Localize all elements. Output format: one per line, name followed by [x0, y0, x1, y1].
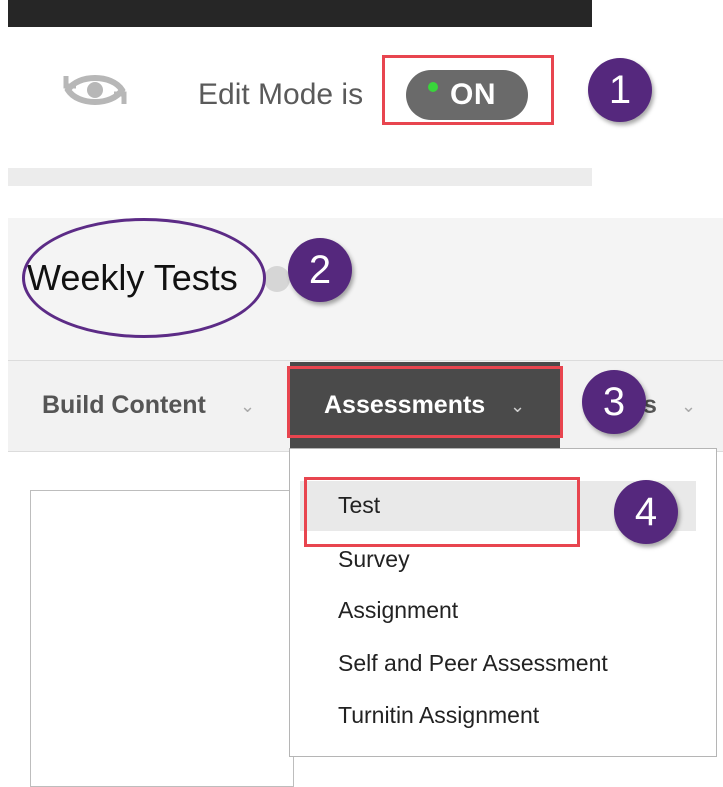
annotation-box-assessments	[287, 366, 563, 438]
menu-item-survey[interactable]: Survey	[338, 546, 410, 573]
annotation-badge-4: 4	[614, 480, 678, 544]
annotation-badge-3: 3	[582, 370, 646, 434]
annotation-badge-1: 1	[588, 58, 652, 122]
top-dark-bar	[8, 0, 592, 27]
title-menu-chevron-icon[interactable]	[264, 266, 290, 292]
annotation-box-test	[304, 477, 580, 547]
build-content-chevron-icon: ⌄	[240, 396, 256, 416]
annotation-badge-2: 2	[288, 238, 352, 302]
build-content-button[interactable]: Build Content	[42, 391, 206, 420]
edit-mode-label: Edit Mode is	[198, 78, 364, 111]
tools-chevron-icon: ⌄	[681, 396, 697, 416]
menu-item-assignment[interactable]: Assignment	[338, 597, 458, 624]
menu-item-turnitin-assignment[interactable]: Turnitin Assignment	[338, 702, 539, 729]
annotation-box-toggle	[382, 55, 554, 125]
header-divider	[8, 168, 592, 186]
content-panel	[30, 490, 294, 787]
menu-item-self-peer-assessment[interactable]: Self and Peer Assessment	[338, 650, 608, 677]
annotation-oval-title	[22, 218, 266, 338]
eye-refresh-icon[interactable]	[60, 66, 130, 114]
